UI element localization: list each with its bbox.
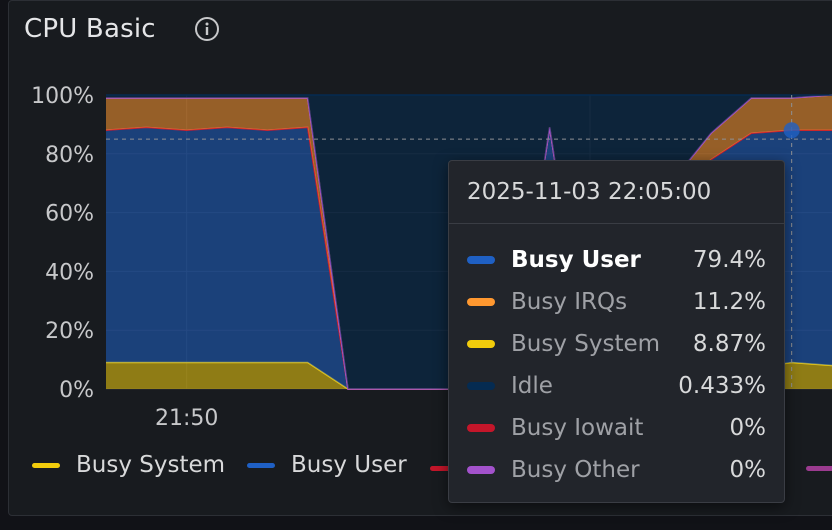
tooltip-row-busy-irqs: Busy IRQs 11.2% <box>467 285 766 319</box>
tooltip-series-value: 8.87% <box>692 331 766 357</box>
tooltip-series-value: 0% <box>729 457 767 483</box>
tooltip-time: 2025-11-03 22:05:00 <box>467 179 712 205</box>
y-tick-label: 100% <box>31 84 94 109</box>
legend-label: Busy User <box>291 452 407 478</box>
tooltip-series-name: Busy IRQs <box>511 289 628 315</box>
legend-swatch <box>247 462 276 468</box>
tooltip-series-value: 79.4% <box>692 247 766 273</box>
y-tick-label: 80% <box>45 143 94 168</box>
legend-item-busy-user[interactable]: Busy User <box>247 452 407 478</box>
tooltip-swatch <box>467 466 495 474</box>
legend-item-busy-system[interactable]: Busy System <box>32 452 225 478</box>
tooltip-swatch <box>467 340 495 348</box>
tooltip-series-name: Busy System <box>511 331 661 357</box>
y-tick-label: 60% <box>45 202 94 227</box>
tooltip-series-name: Busy Iowait <box>511 415 644 441</box>
tooltip-series-value: 0.433% <box>678 373 766 399</box>
legend-swatch-partial <box>806 466 832 471</box>
tooltip-divider <box>449 223 784 224</box>
tooltip: 2025-11-03 22:05:00 Busy User 79.4% Busy… <box>448 160 785 503</box>
legend-swatch <box>32 462 60 468</box>
tooltip-row-idle: Idle 0.433% <box>467 369 766 403</box>
y-tick-label: 40% <box>45 260 94 285</box>
tooltip-row-busy-system: Busy System 8.87% <box>467 327 766 361</box>
y-tick-label: 20% <box>45 319 94 344</box>
legend-label: Busy System <box>76 452 226 478</box>
tooltip-swatch <box>467 256 495 264</box>
y-tick-label: 0% <box>59 378 94 403</box>
tooltip-row-busy-iowait: Busy Iowait 0% <box>467 411 766 445</box>
tooltip-swatch <box>467 382 495 390</box>
tooltip-row-busy-other: Busy Other 0% <box>467 453 766 487</box>
tooltip-swatch <box>467 298 495 306</box>
tooltip-series-name: Idle <box>511 373 553 399</box>
tooltip-series-name: Busy Other <box>511 457 640 483</box>
tooltip-row-busy-user: Busy User 79.4% <box>467 243 766 277</box>
x-tick-label: 21:50 <box>155 406 218 431</box>
crosshair-point <box>783 122 800 139</box>
tooltip-series-value: 0% <box>729 415 767 441</box>
tooltip-swatch <box>467 424 495 432</box>
tooltip-series-name: Busy User <box>511 247 641 273</box>
legend: Busy System Busy User <box>32 452 407 478</box>
tooltip-series-value: 11.2% <box>692 289 766 315</box>
